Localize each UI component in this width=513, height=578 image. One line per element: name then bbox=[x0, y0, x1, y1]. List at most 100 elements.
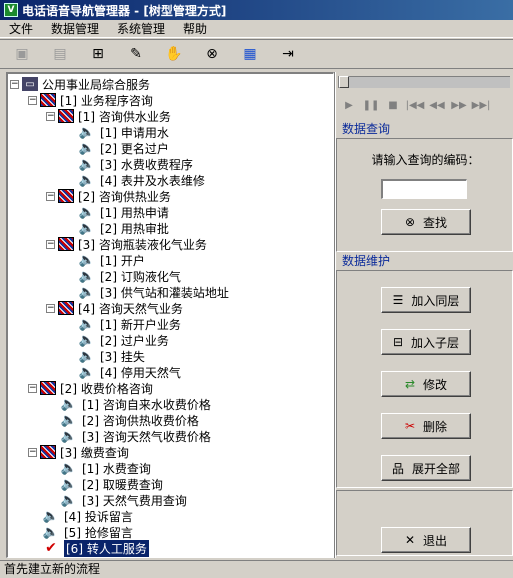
tree-leaf[interactable]: 🔈 [5] 抢修留言 bbox=[42, 524, 133, 540]
window-title: 电话语音导航管理器 - [树型管理方式] bbox=[22, 3, 227, 18]
stop-icon[interactable]: ■ bbox=[382, 96, 404, 114]
binoculars-icon: ⊗ bbox=[404, 215, 416, 229]
speaker-icon: 🔈 bbox=[78, 172, 96, 188]
tree-leaf[interactable]: 🔈 [3] 供气站和灌装站地址 bbox=[78, 284, 229, 300]
speaker-icon: 🔈 bbox=[78, 204, 96, 220]
speaker-icon: 🔈 bbox=[60, 460, 78, 476]
tree-node[interactable]: − [2] 咨询供热业务 bbox=[46, 188, 171, 204]
tree-icon[interactable]: ⊞ bbox=[86, 42, 110, 66]
tree-root[interactable]: − ▭ 公用事业局综合服务 bbox=[10, 76, 150, 92]
query-section: 请输入查询的编码： ⊗ 查找 bbox=[336, 138, 513, 252]
delete-button[interactable]: ✂ 删除 bbox=[381, 413, 471, 439]
tree-leaf[interactable]: 🔈 [4] 停用天然气 bbox=[78, 364, 181, 380]
tree-node[interactable]: − [3] 缴费查询 bbox=[28, 444, 129, 460]
playback-slider[interactable] bbox=[338, 76, 510, 88]
menu-node-icon bbox=[40, 93, 56, 107]
status-text: 首先建立新的流程 bbox=[4, 562, 101, 576]
service-tree[interactable]: − ▭ 公用事业局综合服务 − [1] 业务程序咨询 − [1] 咨询供水业务 🔈 [1]… bbox=[6, 72, 334, 558]
speaker-icon: 🔈 bbox=[78, 348, 96, 364]
speaker-icon: 🔈 bbox=[60, 492, 78, 508]
app-icon: V bbox=[4, 3, 18, 17]
speaker-icon: 🔈 bbox=[78, 220, 96, 236]
tree-leaf[interactable]: 🔈 [3] 挂失 bbox=[78, 348, 145, 364]
tree-leaf[interactable]: 🔈 [1] 咨询自来水收费价格 bbox=[60, 396, 211, 412]
tree-leaf[interactable]: 🔈 [2] 取暖费查询 bbox=[60, 476, 163, 492]
speaker-icon: 🔈 bbox=[60, 412, 78, 428]
pause-icon[interactable]: ❚❚ bbox=[360, 96, 382, 114]
delete-icon: ✂ bbox=[404, 419, 416, 433]
tree-leaf-selected[interactable]: ✔ [6] 转人工服务 bbox=[42, 539, 149, 557]
tree-leaf[interactable]: 🔈 [1] 用热申请 bbox=[78, 204, 169, 220]
tree-node[interactable]: − [1] 业务程序咨询 bbox=[28, 92, 153, 108]
speaker-icon: 🔈 bbox=[78, 252, 96, 268]
tree-leaf[interactable]: 🔈 [1] 申请用水 bbox=[78, 124, 169, 140]
expand-tree-icon: 品 bbox=[391, 461, 404, 476]
tree-leaf[interactable]: 🔈 [2] 用热审批 bbox=[78, 220, 169, 236]
tree-leaf[interactable]: 🔈 [4] 投诉留言 bbox=[42, 508, 133, 524]
code-input[interactable] bbox=[381, 179, 467, 199]
tree-node[interactable]: − [1] 咨询供水业务 bbox=[46, 108, 171, 124]
copy-icon[interactable]: ▤ bbox=[48, 42, 72, 66]
rewind-icon[interactable]: ◀◀ bbox=[426, 96, 448, 114]
menu-system-management[interactable]: 系统管理 bbox=[108, 20, 174, 38]
player-controls: ▶ ❚❚ ■ |◀◀ ◀◀ ▶▶ ▶▶| bbox=[338, 96, 492, 114]
tree-leaf[interactable]: 🔈 [1] 新开户业务 bbox=[78, 316, 181, 332]
play-icon[interactable]: ▶ bbox=[338, 96, 360, 114]
skip-forward-icon[interactable]: ▶▶| bbox=[470, 96, 492, 114]
collapse-icon[interactable]: − bbox=[46, 239, 55, 249]
menu-file[interactable]: 文件 bbox=[0, 20, 42, 38]
collapse-icon[interactable]: − bbox=[28, 95, 37, 105]
collapse-icon[interactable]: − bbox=[28, 447, 37, 457]
tree-leaf[interactable]: 🔈 [2] 订购液化气 bbox=[78, 268, 181, 284]
speaker-icon: 🔈 bbox=[78, 268, 96, 284]
tree-node[interactable]: − [4] 咨询天然气业务 bbox=[46, 300, 183, 316]
tree-leaf[interactable]: 🔈 [2] 过户业务 bbox=[78, 332, 169, 348]
edit-icon[interactable]: ✎ bbox=[124, 42, 148, 66]
collapse-icon[interactable]: − bbox=[46, 191, 55, 201]
toolbar: ▣ ▤ ⊞ ✎ ✋ ⊗ ▦ ⇥ bbox=[0, 39, 513, 69]
close-icon: ✕ bbox=[404, 533, 416, 547]
menu-help[interactable]: 帮助 bbox=[174, 20, 216, 38]
speaker-icon: 🔈 bbox=[42, 508, 60, 524]
exit-button[interactable]: ✕ 退出 bbox=[381, 527, 471, 553]
speaker-icon: 🔈 bbox=[78, 332, 96, 348]
speaker-icon: 🔈 bbox=[78, 156, 96, 172]
speaker-icon: 🔈 bbox=[78, 124, 96, 140]
add-sibling-button[interactable]: ☰ 加入同层 bbox=[381, 287, 471, 313]
exit-section: ✕ 退出 bbox=[336, 490, 513, 556]
status-bar: 首先建立新的流程 bbox=[0, 560, 513, 578]
menu-node-icon bbox=[58, 109, 74, 123]
add-child-button[interactable]: ⊟ 加入子层 bbox=[381, 329, 471, 355]
binoculars-icon[interactable]: ⊗ bbox=[200, 42, 224, 66]
menu-bar: 文件 数据管理 系统管理 帮助 bbox=[0, 20, 513, 38]
modify-button[interactable]: ⇄ 修改 bbox=[381, 371, 471, 397]
tree-leaf[interactable]: 🔈 [3] 天然气费用查询 bbox=[60, 492, 187, 508]
tree-leaf[interactable]: 🔈 [4] 表井及水表维修 bbox=[78, 172, 205, 188]
fast-forward-icon[interactable]: ▶▶ bbox=[448, 96, 470, 114]
save-icon[interactable]: ▣ bbox=[10, 42, 34, 66]
grid-icon[interactable]: ▦ bbox=[238, 42, 262, 66]
tree-leaf[interactable]: 🔈 [3] 咨询天然气收费价格 bbox=[60, 428, 211, 444]
hand-icon[interactable]: ✋ bbox=[162, 42, 186, 66]
exit-icon[interactable]: ⇥ bbox=[276, 42, 300, 66]
tree-leaf[interactable]: 🔈 [1] 水费查询 bbox=[60, 460, 151, 476]
slider-knob[interactable] bbox=[339, 76, 349, 88]
collapse-icon[interactable]: − bbox=[46, 303, 55, 313]
collapse-icon[interactable]: − bbox=[10, 79, 19, 89]
collapse-icon[interactable]: − bbox=[28, 383, 37, 393]
expand-all-button[interactable]: 品展开全部 bbox=[381, 455, 471, 481]
checkmark-icon: ✔ bbox=[45, 540, 57, 556]
tree-leaf[interactable]: 🔈 [2] 更名过户 bbox=[78, 140, 169, 156]
menu-node-icon bbox=[40, 445, 56, 459]
tree-leaf[interactable]: 🔈 [2] 咨询供热收费价格 bbox=[60, 412, 199, 428]
find-button[interactable]: ⊗ 查找 bbox=[381, 209, 471, 235]
tree-node[interactable]: − [2] 收费价格咨询 bbox=[28, 380, 153, 396]
query-section-title: 数据查询 bbox=[342, 122, 391, 136]
tree-node[interactable]: − [3] 咨询瓶装液化气业务 bbox=[46, 236, 207, 252]
menu-data-management[interactable]: 数据管理 bbox=[42, 20, 108, 38]
tree-leaf[interactable]: 🔈 [1] 开户 bbox=[78, 252, 145, 268]
maintain-section: ☰ 加入同层 ⊟ 加入子层 ⇄ 修改 ✂ 删除 品展开全部 bbox=[336, 270, 513, 488]
collapse-icon[interactable]: − bbox=[46, 111, 55, 121]
tree-leaf[interactable]: 🔈 [3] 水费收费程序 bbox=[78, 156, 193, 172]
skip-back-icon[interactable]: |◀◀ bbox=[404, 96, 426, 114]
